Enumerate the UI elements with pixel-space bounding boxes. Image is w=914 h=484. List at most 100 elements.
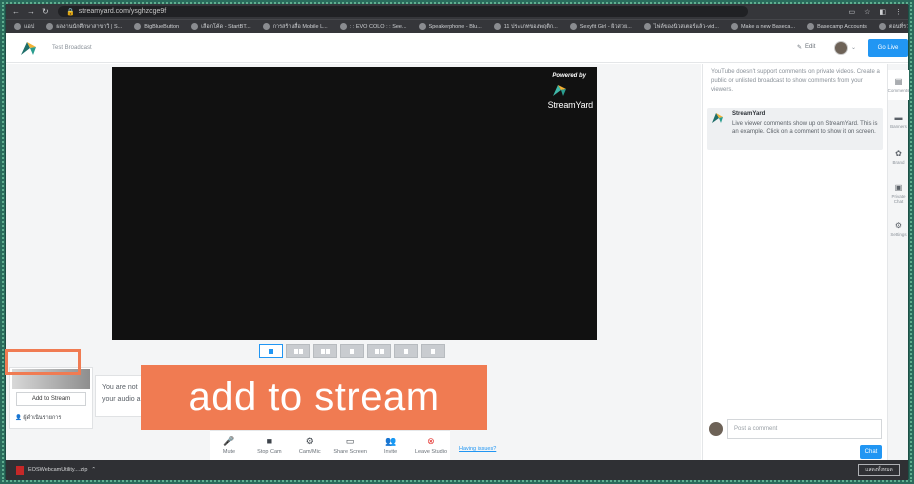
youtube-notice: YouTube doesn't support comments on priv… [711,69,880,93]
gear-icon: ⚙ [305,436,314,446]
apps-icon [14,23,21,30]
screen-icon [431,348,435,354]
banners-icon: ▬ [894,113,903,122]
streamyard-logo-icon [712,113,723,123]
bookmark-icon [807,23,815,30]
comment-text: Live viewer comments show up on StreamYa… [732,121,878,135]
bookmark-item[interactable]: ผลงานนักศึกษาสาขาวิ | S... [46,23,122,31]
bookmark-item[interactable]: เลือกโค้ด - StartBT... [191,23,251,31]
zip-file-icon [16,465,24,475]
layout-screen-button[interactable] [367,344,391,358]
avatar[interactable] [834,41,848,55]
edit-button[interactable]: ✎ Edit [797,44,815,51]
invite-button[interactable]: 👥 Invite [372,431,410,460]
tab-comments[interactable]: ▤ Comments [888,70,909,100]
leave-icon: ⊗ [427,436,435,446]
layout-pip-button[interactable] [394,344,418,358]
download-bar: EOSWebcamUtility....zip ⌃ แสดงทั้งหมด [6,460,908,480]
url-text: streamyard.com/ysghzcge9f [78,8,167,15]
mute-button[interactable]: 🎤 Mute [210,431,248,460]
having-issues-link[interactable]: Having issues? [459,446,496,452]
chevron-down-icon[interactable]: ⌄ [851,44,856,51]
bookmark-icon [730,23,738,30]
layout-group-button[interactable] [313,344,337,358]
browser-actions: ▭ ☆ ◧ ⋮ [848,8,908,16]
chevron-up-icon[interactable]: ⌃ [91,467,96,473]
bookmark-icon [569,23,577,30]
person-icon [298,348,303,354]
app-header: Test Broadcast [6,33,908,63]
person-icon [320,348,325,354]
tab-banners[interactable]: ▬ Banners [888,106,909,136]
participant-card: Add to Stream 👤 ผู้ดำเนินรายการ [9,367,93,429]
broadcast-stage: Powered by StreamYard [112,67,597,340]
comment-author: StreamYard [732,111,766,117]
layout-selector [259,344,445,358]
settings-icon: ⚙ [894,221,903,230]
powered-by-label: Powered by [552,73,586,79]
bookmark-icon [493,23,501,30]
pencil-icon: ✎ [797,45,803,51]
bookmark-icon [46,23,54,30]
comments-icon: ▤ [894,77,903,86]
bookmark-item[interactable]: การสร้างสื่อ Mobile L... [262,23,328,31]
person-icon [269,348,273,354]
chat-button[interactable]: Chat [860,445,882,459]
star-icon[interactable]: ☆ [864,8,870,16]
broadcast-title[interactable]: Test Broadcast [52,45,92,51]
sample-comment[interactable]: StreamYard Live viewer comments show up … [707,108,883,150]
bookmark-item[interactable]: BigBlueButton [134,23,179,30]
layout-thin-button[interactable] [286,344,310,358]
person-icon [350,348,354,354]
screen-icon [404,348,408,354]
bookmark-item[interactable]: 11 ประเภทของพฤติก... [493,23,558,31]
go-live-button[interactable]: Go Live [868,39,908,57]
tab-brand[interactable]: ✿ Brand [888,142,909,172]
back-icon[interactable]: ← [12,7,20,16]
bookmark-item[interactable]: Speakerphone - Blu... [418,23,482,30]
bookmark-icon [339,23,347,30]
cam-mic-button[interactable]: ⚙ Cam/Mic [291,431,329,460]
avatar [709,422,723,436]
tab-settings[interactable]: ⚙ Settings [888,214,909,244]
bookmark-item[interactable]: Make a new Baseca... [730,23,795,30]
address-bar[interactable]: 🔒 streamyard.com/ysghzcge9f [58,6,748,17]
studio-controls: 🎤 Mute ■ Stop Cam ⚙ Cam/Mic ▭ Share Scre… [210,430,450,460]
bookmark-icon [191,23,199,30]
bookmark-item[interactable]: Basecamp Accounts [807,23,867,30]
bookmark-item[interactable]: ไฟล์ของนิวสเตอร์แล้ว-vid... [643,23,719,31]
layout-leader-button[interactable] [340,344,364,358]
tab-private-chat[interactable]: ▣ Private Chat [888,178,909,208]
screen-icon [379,348,384,354]
extension-icon[interactable]: ◧ [879,8,886,16]
bookmark-icon [134,23,142,30]
layout-full-button[interactable] [421,344,445,358]
layout-solo-button[interactable] [259,344,283,358]
leave-studio-button[interactable]: ⊗ Leave Studio [412,431,450,460]
streamyard-logo-icon [553,85,566,96]
lock-icon: 🔒 [66,8,75,16]
bookmark-item[interactable]: Sexyfit Girl - ผิวสวย... [569,23,632,31]
show-all-button[interactable]: แสดงทั้งหมด [858,464,900,476]
stop-cam-button[interactable]: ■ Stop Cam [250,431,288,460]
bookmark-icon [878,23,886,30]
share-screen-button[interactable]: ▭ Share Screen [331,431,369,460]
bookmark-icon [262,23,270,30]
bookmark-item[interactable]: : : EVO COLO : : See... [339,23,407,30]
bookmark-item[interactable]: ตอนที่รวบรวม After Eff... [878,23,908,31]
forward-icon[interactable]: → [27,7,35,16]
camera-icon: ■ [266,436,273,446]
person-icon [293,348,298,354]
stage-brand: StreamYard [547,100,594,110]
browser-nav: ← → ↻ [6,7,58,16]
screen-icon: ▭ [345,436,355,446]
menu-icon[interactable]: ⋮ [895,8,902,16]
download-item[interactable]: EOSWebcamUtility....zip ⌃ [16,465,96,475]
add-to-stream-button[interactable]: Add to Stream [16,392,86,406]
bookmark-icon [643,23,651,30]
comment-input[interactable]: Post a comment [727,419,882,439]
brand-icon: ✿ [895,149,902,158]
bookmark-item[interactable]: แอป [14,23,34,31]
cast-icon[interactable]: ▭ [848,8,855,16]
reload-icon[interactable]: ↻ [42,7,49,16]
